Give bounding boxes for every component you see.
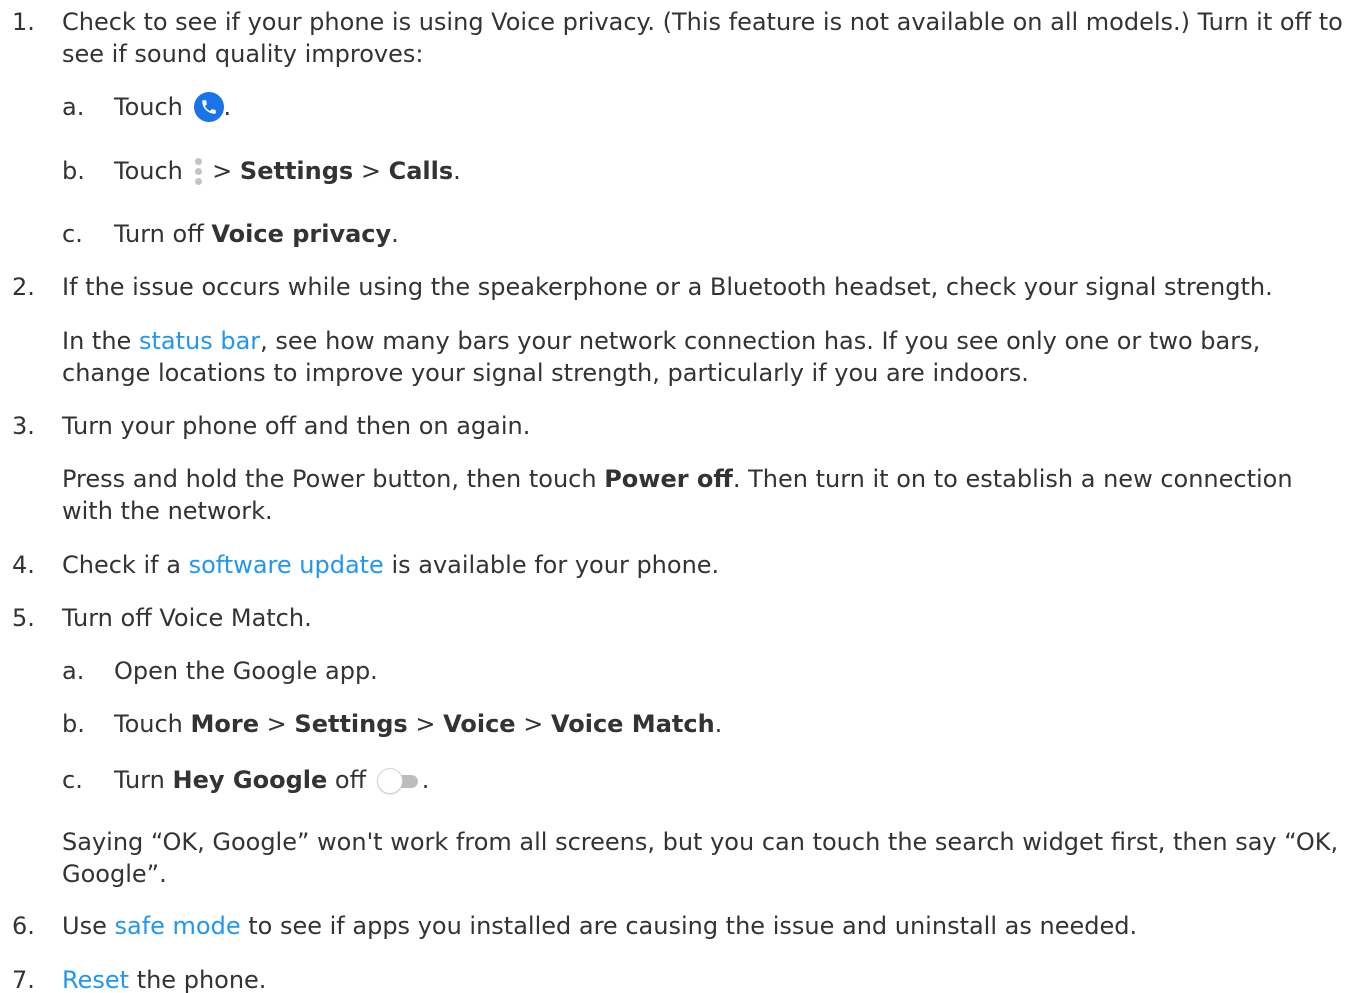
toggle-off-icon: [377, 768, 422, 794]
step-number: 7.: [12, 966, 35, 993]
step-number: 3.: [12, 412, 35, 440]
step-text: If the issue occurs while using the spea…: [62, 273, 1273, 301]
substep-text: Touch More > Settings > Voice > Voice Ma…: [114, 710, 723, 738]
substep-letter: c.: [62, 766, 83, 794]
status-bar-link[interactable]: status bar: [139, 327, 260, 355]
phone-app-icon: [193, 92, 224, 122]
safe-mode-link[interactable]: safe mode: [114, 912, 240, 940]
substep-letter: a.: [62, 657, 85, 685]
step-number: 4.: [12, 551, 35, 579]
step-text: Turn your phone off and then on again.: [62, 412, 531, 440]
substep-text: Touch .: [114, 92, 232, 122]
more-options-icon: [193, 155, 203, 189]
step-text: Use safe mode to see if apps you install…: [62, 912, 1138, 940]
reset-link[interactable]: Reset: [62, 966, 129, 993]
substep-text: Open the Google app.: [114, 657, 378, 685]
step-detail-text: In the status bar, see how many bars you…: [62, 327, 1261, 387]
step-text: Reset the phone.: [62, 966, 267, 993]
substep-letter: a.: [62, 93, 85, 121]
step-text: Check if a software update is available …: [62, 551, 720, 579]
substep-letter: b.: [62, 710, 85, 738]
step-detail-text: Press and hold the Power button, then to…: [62, 465, 1293, 525]
substep-text: Turn Hey Google off .: [114, 766, 430, 794]
step-text: Turn off Voice Match.: [62, 604, 312, 632]
software-update-link[interactable]: software update: [189, 551, 384, 579]
substep-letter: b.: [62, 157, 85, 185]
step-number: 6.: [12, 912, 35, 940]
step-number: 1.: [12, 8, 35, 36]
step-number: 5.: [12, 604, 35, 632]
step-number: 2.: [12, 273, 35, 301]
step-note-text: Saying “OK, Google” won't work from all …: [62, 828, 1339, 888]
step-text: Check to see if your phone is using Voic…: [62, 8, 1343, 68]
substep-letter: c.: [62, 220, 83, 248]
substep-text: Turn off Voice privacy.: [114, 220, 399, 248]
substep-text: Touch > Settings > Calls.: [114, 155, 1360, 189]
